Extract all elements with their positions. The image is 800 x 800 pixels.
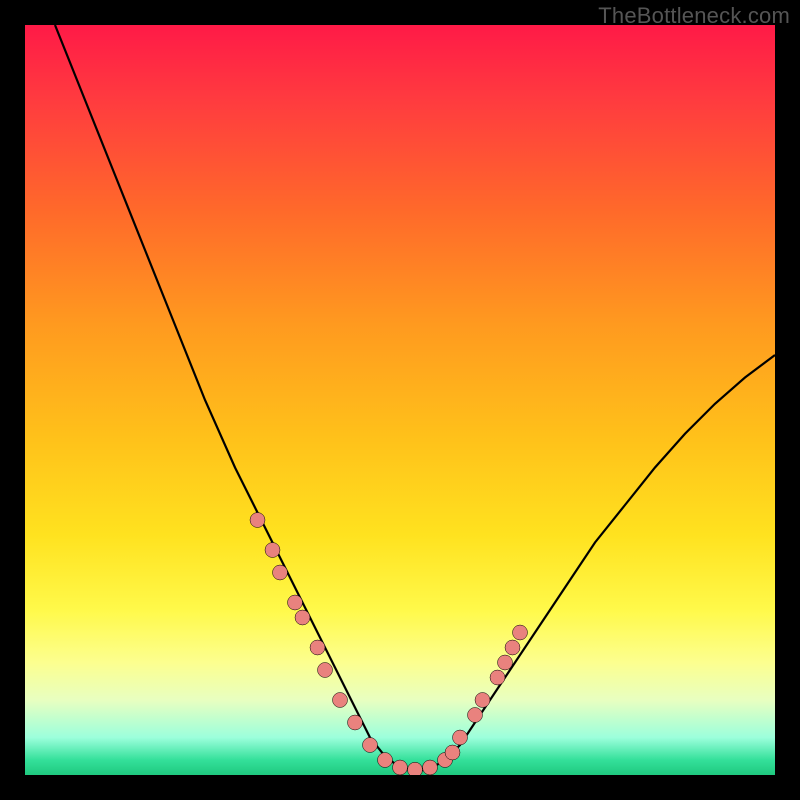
curve-marker bbox=[295, 610, 310, 625]
curve-marker bbox=[348, 715, 363, 730]
curve-marker bbox=[310, 640, 325, 655]
curve-markers bbox=[250, 513, 528, 776]
curve-marker bbox=[393, 760, 408, 775]
curve-marker bbox=[333, 693, 348, 708]
bottleneck-curve bbox=[55, 25, 775, 771]
curve-marker bbox=[490, 670, 505, 685]
curve-marker bbox=[445, 745, 460, 760]
chart-frame: TheBottleneck.com bbox=[0, 0, 800, 800]
curve-marker bbox=[288, 595, 303, 610]
curve-marker bbox=[265, 543, 280, 558]
curve-marker bbox=[475, 693, 490, 708]
plot-area bbox=[25, 25, 775, 775]
curve-marker bbox=[250, 513, 265, 528]
curve-marker bbox=[468, 708, 483, 723]
curve-marker bbox=[378, 753, 393, 768]
curve-marker bbox=[363, 738, 378, 753]
curve-marker bbox=[423, 760, 438, 775]
curve-marker bbox=[408, 762, 423, 775]
curve-marker bbox=[273, 565, 288, 580]
curve-marker bbox=[318, 663, 333, 678]
curve-layer bbox=[25, 25, 775, 775]
curve-marker bbox=[498, 655, 513, 670]
curve-marker bbox=[453, 730, 468, 745]
watermark-text: TheBottleneck.com bbox=[598, 3, 790, 29]
curve-marker bbox=[513, 625, 528, 640]
curve-marker bbox=[505, 640, 520, 655]
